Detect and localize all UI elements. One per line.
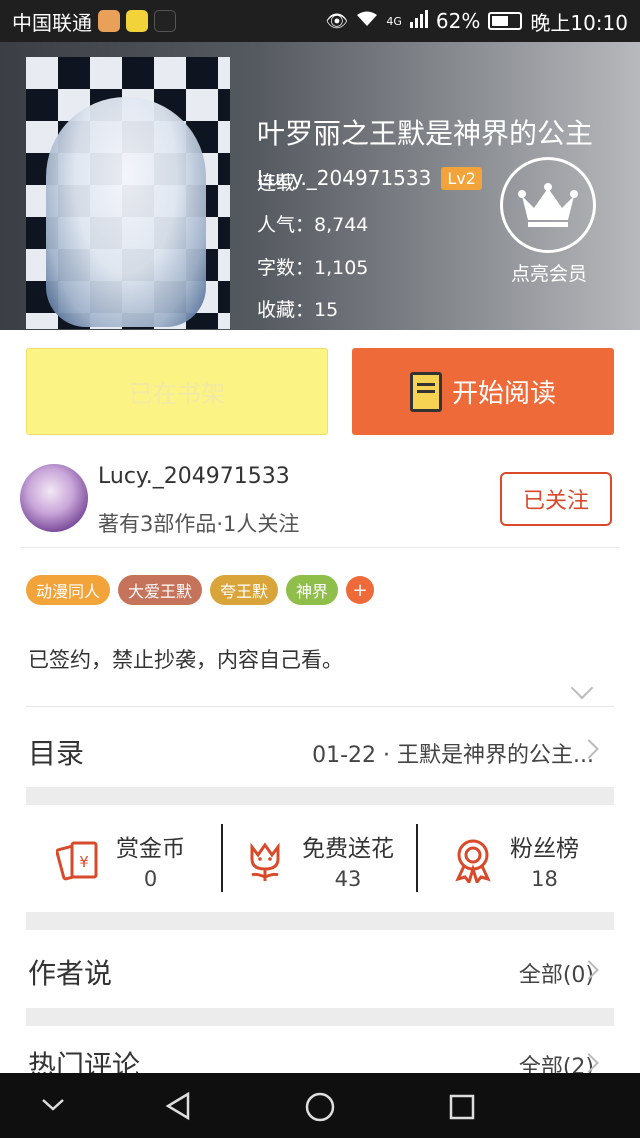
add-tag-button[interactable]: + (346, 576, 375, 604)
medal-icon (455, 839, 491, 883)
author-avatar[interactable] (20, 464, 88, 532)
eye-icon: 👁 (325, 10, 349, 32)
flower-icon (250, 842, 280, 881)
section-gap (26, 912, 614, 930)
battery-percent: 62% (435, 9, 481, 33)
book-header: 叶罗丽之王默是神界的公主 Lucy._204971533 Lv2 连载 人气：8… (0, 42, 640, 330)
author-row: Lucy._204971533 著有3部作品·1人关注 已关注 (20, 462, 620, 548)
stat-separator (221, 824, 223, 892)
book-popularity: 人气：8,744 (257, 214, 369, 236)
signal-icon (409, 9, 428, 33)
status-bar: 中国联通 👁 4G 62% 晚上10:10 (0, 0, 640, 42)
fan-ranking-value: 18 (531, 867, 558, 891)
start-reading-label: 开始阅读 (451, 379, 556, 409)
reward-coins-label: 赏金币 (116, 836, 185, 862)
level-badge: Lv2 (441, 166, 482, 190)
vip-button[interactable]: 点亮会员 (500, 157, 598, 286)
author-says-title[interactable]: 作者说 (28, 952, 112, 992)
follow-button[interactable]: 已关注 (500, 472, 612, 526)
reward-coins-button[interactable]: ¥ 赏金币 0 (56, 812, 185, 908)
send-flower-button[interactable]: 免费送花 43 (242, 812, 394, 908)
stats-row: ¥ 赏金币 0 免费送花 43 粉丝榜 18 (26, 812, 614, 908)
book-status: 连载 (257, 172, 296, 194)
back-triangle-icon[interactable] (164, 1091, 192, 1121)
wechat-notification-icon (126, 10, 148, 32)
tag-item[interactable]: 夸王默 (210, 575, 279, 605)
divider (26, 706, 614, 707)
on-shelf-button[interactable]: 已在书架 (26, 348, 328, 435)
crown-icon (500, 157, 596, 253)
tag-list: 动漫同人 大爱王默 夸王默 神界 + (26, 575, 375, 605)
book-word-count: 字数：1,105 (257, 257, 369, 279)
book-favorites: 收藏：15 (257, 299, 339, 321)
send-flower-label: 免费送花 (302, 836, 394, 862)
book-title: 叶罗丽之王默是神界的公主 (257, 117, 594, 150)
cover-illustration (46, 97, 206, 327)
stat-separator (416, 824, 418, 892)
author-stats: 著有3部作品·1人关注 (98, 512, 300, 536)
tag-item[interactable]: 动漫同人 (26, 575, 111, 605)
section-gap (26, 1008, 614, 1026)
wifi-icon (356, 10, 378, 33)
start-reading-button[interactable]: 开始阅读 (352, 348, 614, 435)
author-name[interactable]: Lucy._204971533 (98, 464, 290, 489)
red-envelope-icon: ¥ (56, 841, 98, 881)
tiktok-notification-icon (154, 10, 176, 32)
app-notification-icon (98, 10, 120, 32)
carrier-label: 中国联通 (12, 10, 92, 35)
collapse-chevron-down-icon[interactable] (40, 1095, 66, 1115)
toc-title[interactable]: 目录 (28, 732, 84, 772)
home-circle-icon[interactable] (304, 1091, 336, 1123)
tag-item[interactable]: 大爱王默 (118, 575, 203, 605)
battery-icon (488, 12, 523, 30)
network-label: 4G (386, 14, 402, 28)
clock: 晚上10:10 (530, 10, 628, 35)
section-gap (26, 787, 614, 805)
fan-ranking-label: 粉丝榜 (510, 836, 579, 862)
recent-apps-square-icon[interactable] (448, 1093, 476, 1121)
book-intro: 已签约，禁止抄袭，内容自己看。 (28, 648, 343, 672)
book-cover[interactable] (26, 57, 230, 329)
vip-label: 点亮会员 (510, 263, 587, 285)
expand-intro-chevron-down-icon[interactable] (570, 676, 594, 700)
fan-ranking-button[interactable]: 粉丝榜 18 (450, 812, 579, 908)
system-nav-bar (0, 1073, 640, 1138)
reward-coins-value: 0 (143, 867, 158, 891)
toc-latest-chapter[interactable]: 01-22 · 王默是神界的公主... (312, 737, 594, 769)
book-icon (409, 371, 442, 412)
tag-item[interactable]: 神界 (286, 575, 339, 605)
send-flower-value: 43 (334, 867, 362, 891)
svg-text:¥: ¥ (79, 853, 89, 871)
